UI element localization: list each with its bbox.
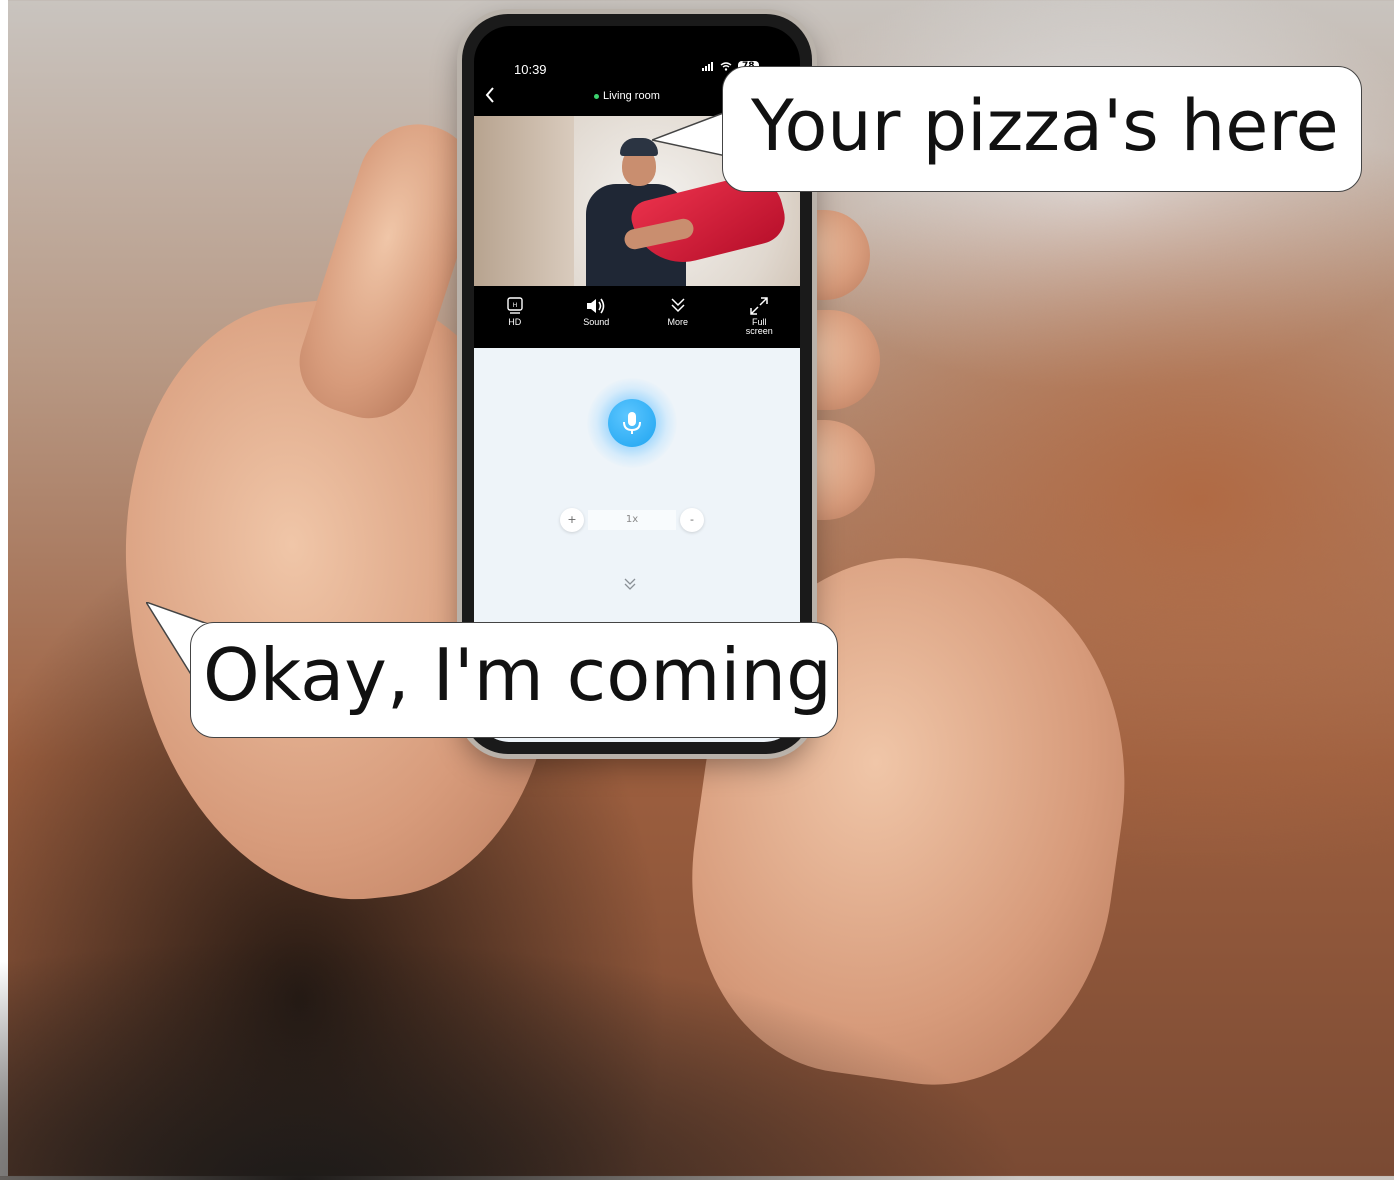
chevron-down-icon xyxy=(671,298,685,313)
svg-text:H: H xyxy=(512,302,517,309)
room-name: Living room xyxy=(603,90,660,102)
fullscreen-button[interactable]: Full screen xyxy=(727,294,791,336)
status-time: 10:39 xyxy=(514,62,547,77)
hd-button[interactable]: H HD xyxy=(483,294,547,327)
speech-text-bottom: Okay, I'm coming xyxy=(203,633,832,717)
video-controls: H HD Sound More Full screen xyxy=(474,286,800,348)
live-status-dot xyxy=(594,93,599,99)
speaker-icon xyxy=(587,298,605,314)
room-title: Living room xyxy=(594,90,660,102)
more-label: More xyxy=(667,317,688,327)
fullscreen-label: Full screen xyxy=(745,317,773,336)
speech-text-top: Your pizza's here xyxy=(751,85,1339,167)
bubble-tail-top xyxy=(652,110,732,157)
signal-icon xyxy=(702,61,713,71)
zoom-in-button[interactable]: + xyxy=(560,508,584,532)
video-wall xyxy=(474,116,574,286)
back-chevron-icon[interactable] xyxy=(484,86,496,108)
sleeve-shadow xyxy=(0,880,1394,1180)
speech-bubble-top: Your pizza's here xyxy=(722,66,1362,192)
more-button[interactable]: More xyxy=(646,294,710,327)
microphone-icon xyxy=(623,412,641,434)
hd-label: HD xyxy=(508,317,522,327)
talk-button[interactable] xyxy=(608,399,656,447)
mic-glow xyxy=(587,378,677,468)
sound-button[interactable]: Sound xyxy=(564,294,628,327)
zoom-level: 1x xyxy=(588,510,676,530)
hd-icon: H xyxy=(507,297,523,314)
wifi-icon xyxy=(720,61,732,71)
zoom-control: + 1x - xyxy=(560,508,710,534)
zoom-out-button[interactable]: - xyxy=(680,508,704,532)
expand-chevron-icon[interactable] xyxy=(622,576,638,596)
fullscreen-icon xyxy=(750,297,768,315)
sound-label: Sound xyxy=(583,317,610,327)
speech-bubble-bottom: Okay, I'm coming xyxy=(190,622,838,738)
